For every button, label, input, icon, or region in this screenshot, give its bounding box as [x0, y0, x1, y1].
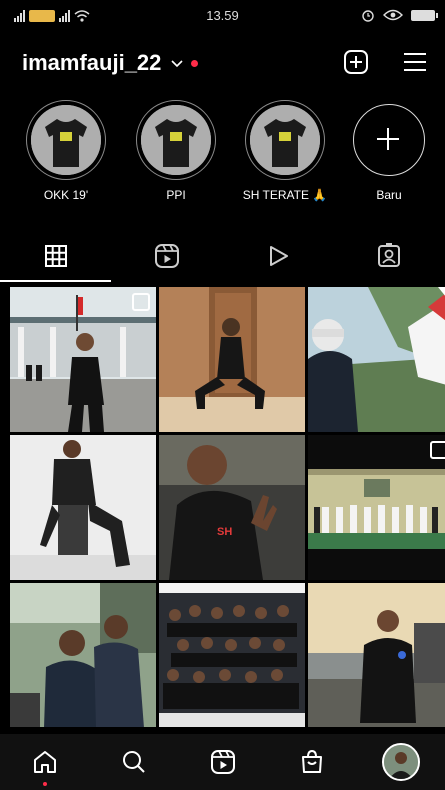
highlight-image [141, 105, 211, 175]
reels-icon [154, 244, 179, 268]
post-thumbnail[interactable] [308, 287, 445, 432]
highlight-item[interactable]: PPI [131, 100, 221, 202]
posts-grid: SH [10, 287, 445, 727]
highlight-image [250, 105, 320, 175]
new-highlight-button[interactable]: Baru [344, 100, 434, 202]
highlight-cover [136, 100, 216, 180]
shop-icon [301, 749, 322, 773]
nav-profile[interactable] [356, 734, 445, 790]
battery-icon [411, 9, 438, 21]
highlight-label: SH TERATE 🙏 [242, 188, 328, 202]
new-highlight-label: Baru [376, 188, 402, 202]
tab-tagged[interactable] [334, 230, 445, 282]
notification-dot [191, 59, 199, 67]
status-right [361, 8, 438, 22]
home-activity-dot [42, 782, 47, 786]
highlight-label: PPI [166, 188, 186, 202]
profile-tabs [0, 230, 445, 282]
profile-header: imamfauji_22 [0, 38, 445, 90]
post-thumbnail[interactable]: SH [159, 435, 305, 580]
tab-reels[interactable] [111, 230, 222, 282]
post-thumbnail[interactable] [10, 583, 156, 727]
nav-reels[interactable] [178, 734, 267, 790]
account-switcher[interactable]: imamfauji_22 [22, 50, 199, 76]
highlight-label: OKK 19' [43, 188, 89, 202]
highlight-cover [245, 100, 325, 180]
grid-icon [44, 245, 67, 267]
nav-home[interactable] [0, 734, 89, 790]
tab-posts-grid[interactable] [0, 230, 112, 282]
username: imamfauji_22 [22, 50, 162, 75]
post-thumbnail[interactable] [10, 287, 156, 432]
carousel-icon [132, 293, 150, 311]
search-icon [122, 751, 145, 773]
post-thumbnail[interactable] [308, 435, 445, 580]
eye-icon [383, 9, 403, 21]
highlight-cover [26, 100, 106, 180]
tagged-icon [378, 243, 401, 267]
post-thumbnail[interactable] [159, 583, 305, 727]
menu-icon[interactable] [400, 47, 430, 77]
home-icon [33, 751, 56, 773]
add-post-icon[interactable] [341, 47, 371, 77]
post-thumbnail[interactable] [159, 287, 305, 432]
plus-icon [377, 128, 399, 150]
tab-videos[interactable] [223, 230, 334, 282]
alarm-icon [362, 10, 374, 22]
reels-icon [210, 750, 235, 774]
status-bar: 13.59 [0, 0, 445, 32]
carousel-icon [430, 441, 445, 459]
chevron-down-icon[interactable] [169, 55, 185, 71]
story-highlights: OKK 19' PPI SH TERATE 🙏 Baru [0, 100, 445, 210]
post-thumbnail[interactable] [308, 583, 445, 727]
profile-avatar [381, 743, 420, 781]
bottom-navigation [0, 734, 445, 790]
svg-text:SH: SH [217, 526, 232, 538]
nav-search[interactable] [89, 734, 178, 790]
highlight-image [31, 105, 101, 175]
nav-shop[interactable] [267, 734, 356, 790]
new-highlight-circle [353, 104, 425, 176]
highlight-item[interactable]: SH TERATE 🙏 [240, 100, 330, 202]
post-thumbnail[interactable] [10, 435, 156, 580]
highlight-item[interactable]: OKK 19' [21, 100, 111, 202]
video-icon [270, 246, 289, 266]
